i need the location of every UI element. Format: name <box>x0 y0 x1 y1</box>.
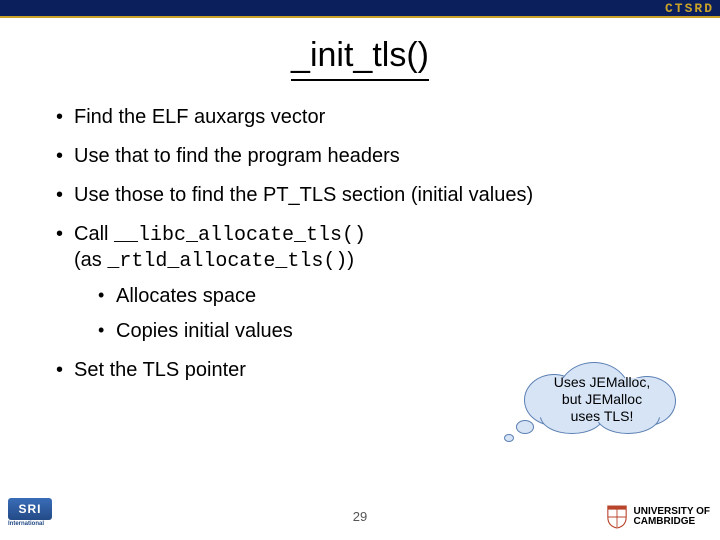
shield-icon <box>606 504 628 530</box>
cambridge-line2: CAMBRIDGE <box>634 517 711 528</box>
cloud-line: Uses JEMalloc, <box>554 374 650 390</box>
sri-logo-sub: International <box>8 521 68 527</box>
bullet-text: Use that to find the program headers <box>74 145 400 167</box>
callout-cloud: Uses JEMalloc, but JEMalloc uses TLS! <box>522 360 692 450</box>
sri-logo-box: SRI <box>8 498 52 520</box>
bullet-text: ) <box>347 249 354 271</box>
title-wrap: _init_tls() <box>0 18 720 81</box>
sub-bullet-list: Allocates space Copies initial values <box>98 284 664 344</box>
list-item: Copies initial values <box>98 319 664 344</box>
slide-title: _init_tls() <box>291 36 429 81</box>
brand-label: CTSRD <box>665 1 714 16</box>
list-item: Allocates space <box>98 284 664 309</box>
slide: CTSRD _init_tls() Find the ELF auxargs v… <box>0 0 720 540</box>
bullet-text: Set the TLS pointer <box>74 359 246 381</box>
list-item: Use those to find the PT_TLS section (in… <box>56 183 664 208</box>
list-item: Use that to find the program headers <box>56 144 664 169</box>
bullet-text: Use those to find the PT_TLS section (in… <box>74 184 533 206</box>
code-text: __libc_allocate_tls() <box>114 224 366 247</box>
cloud-line: uses TLS! <box>571 408 634 424</box>
code-text: _rtld_allocate_tls() <box>107 250 347 273</box>
bullet-text: (as <box>74 249 107 271</box>
cambridge-logo: UNIVERSITY OF CAMBRIDGE <box>606 504 711 530</box>
list-item: Find the ELF auxargs vector <box>56 105 664 130</box>
bullet-text: Allocates space <box>116 285 256 307</box>
bullet-text: Call <box>74 223 114 245</box>
cloud-shape: Uses JEMalloc, but JEMalloc uses TLS! <box>522 360 682 430</box>
bullet-text: Copies initial values <box>116 320 293 342</box>
bullet-text: Find the ELF auxargs vector <box>74 106 325 128</box>
cloud-text: Uses JEMalloc, but JEMalloc uses TLS! <box>522 374 682 424</box>
sri-logo: SRI International <box>8 498 68 532</box>
cambridge-text: UNIVERSITY OF CAMBRIDGE <box>634 507 711 528</box>
list-item: Call __libc_allocate_tls() (as _rtld_all… <box>56 222 664 344</box>
top-bar: CTSRD <box>0 0 720 18</box>
content-area: Find the ELF auxargs vector Use that to … <box>0 81 720 383</box>
cloud-line: but JEMalloc <box>562 391 642 407</box>
bullet-list: Find the ELF auxargs vector Use that to … <box>56 105 664 383</box>
